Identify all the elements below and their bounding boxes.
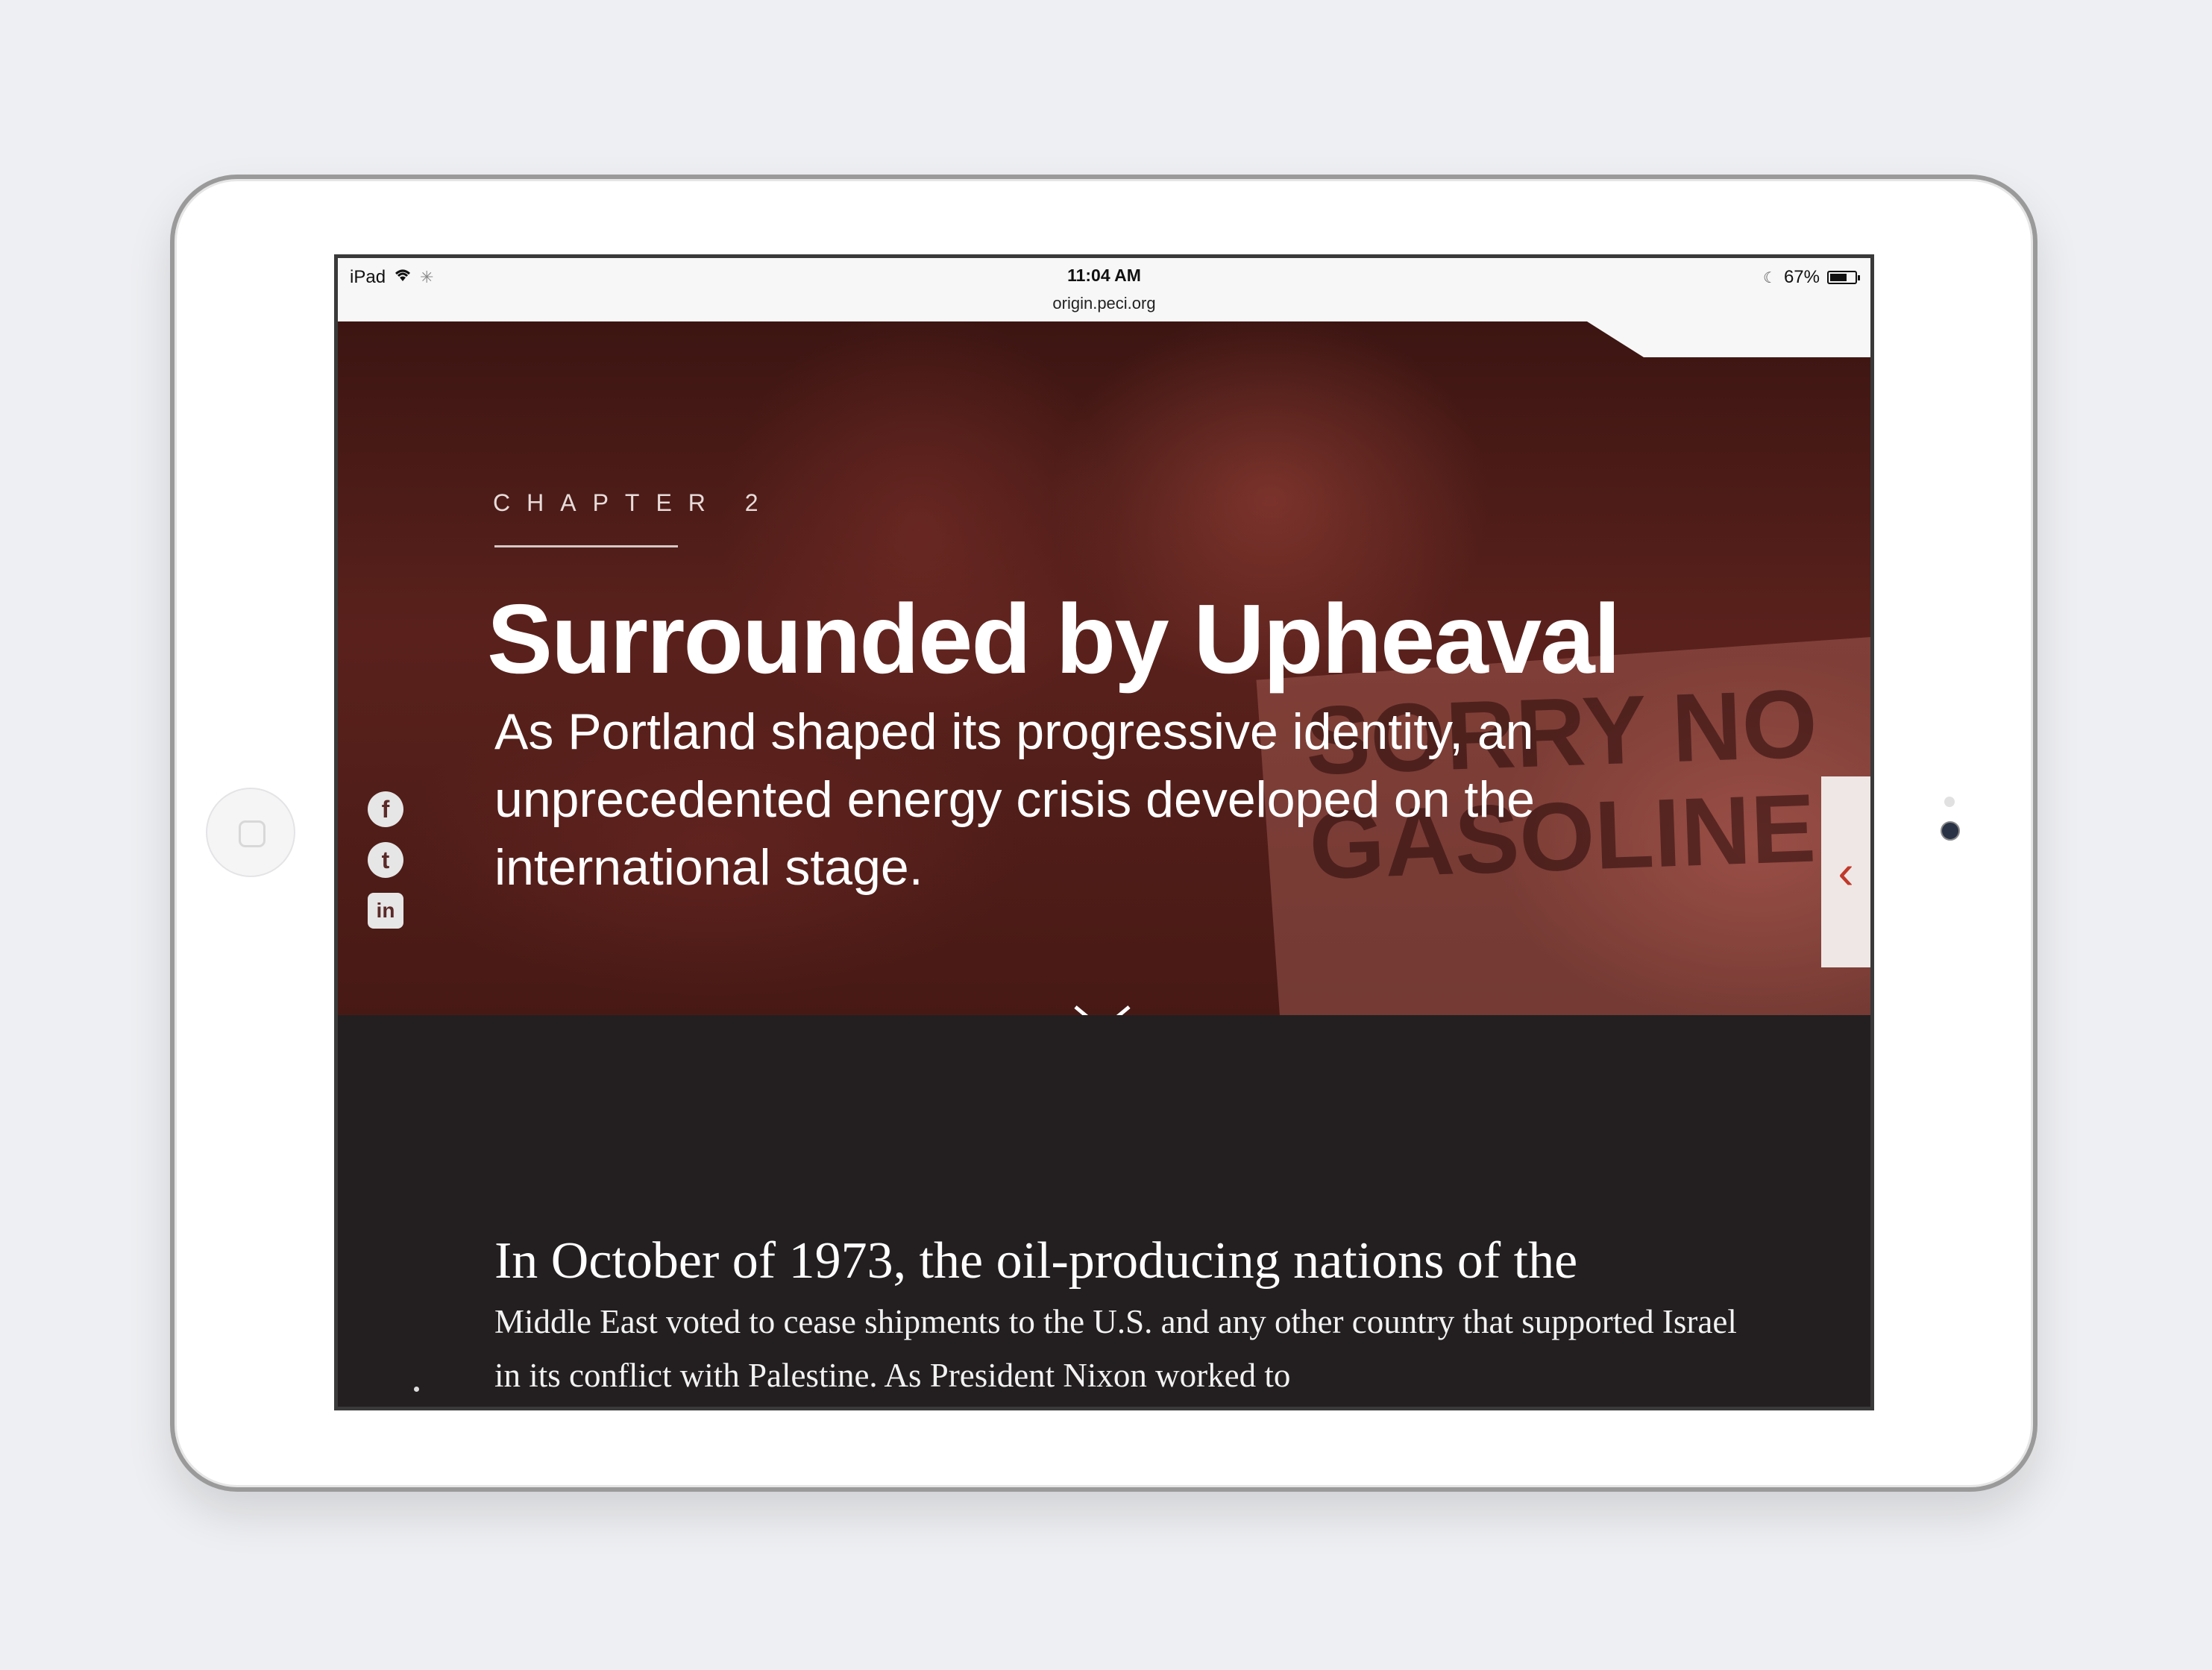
battery-icon (1827, 271, 1860, 284)
status-right: ☾ 67% (1763, 267, 1860, 288)
progress-dot (414, 1387, 419, 1392)
prev-chapter-tab[interactable]: ‹ (1821, 776, 1870, 967)
chapter-label: CHAPTER 2 (493, 489, 775, 516)
chevron-down-icon (1074, 1005, 1131, 1015)
home-square-icon (239, 820, 265, 847)
hero-section: SORRY NO GASOLINE CHAPTER 2 Surrounded b… (338, 321, 1870, 1015)
home-button[interactable] (206, 788, 295, 877)
scroll-down-button[interactable] (1061, 996, 1143, 1015)
facebook-icon[interactable]: f (368, 791, 403, 827)
social-share: f t in (368, 791, 403, 929)
ambient-sensor (1944, 797, 1955, 807)
page-title: Surrounded by Upheaval (487, 584, 1621, 694)
article-text: Middle East voted to cease shipments to … (494, 1303, 1737, 1394)
screen: iPad ✳ 11:04 AM origin.peci.org ☾ 67% SO… (334, 254, 1874, 1410)
clock: 11:04 AM (1067, 266, 1141, 285)
battery-percent: 67% (1783, 267, 1820, 287)
chapter-divider (494, 545, 678, 547)
header-notch (1587, 321, 1870, 357)
camera-icon (1941, 821, 1960, 841)
twitter-icon[interactable]: t (368, 842, 403, 878)
article-lead: In October of 1973, the oil-producing na… (494, 1232, 1578, 1290)
linkedin-icon[interactable]: in (368, 893, 403, 929)
status-bar: iPad ✳ 11:04 AM origin.peci.org ☾ 67% (338, 258, 1870, 321)
moon-icon: ☾ (1763, 269, 1776, 286)
address-url[interactable]: origin.peci.org (338, 294, 1870, 313)
chevron-left-icon: ‹ (1838, 845, 1854, 899)
article-body: In October of 1973, the oil-producing na… (338, 1015, 1870, 1407)
hero-subtitle: As Portland shaped its progressive ident… (494, 703, 1535, 896)
